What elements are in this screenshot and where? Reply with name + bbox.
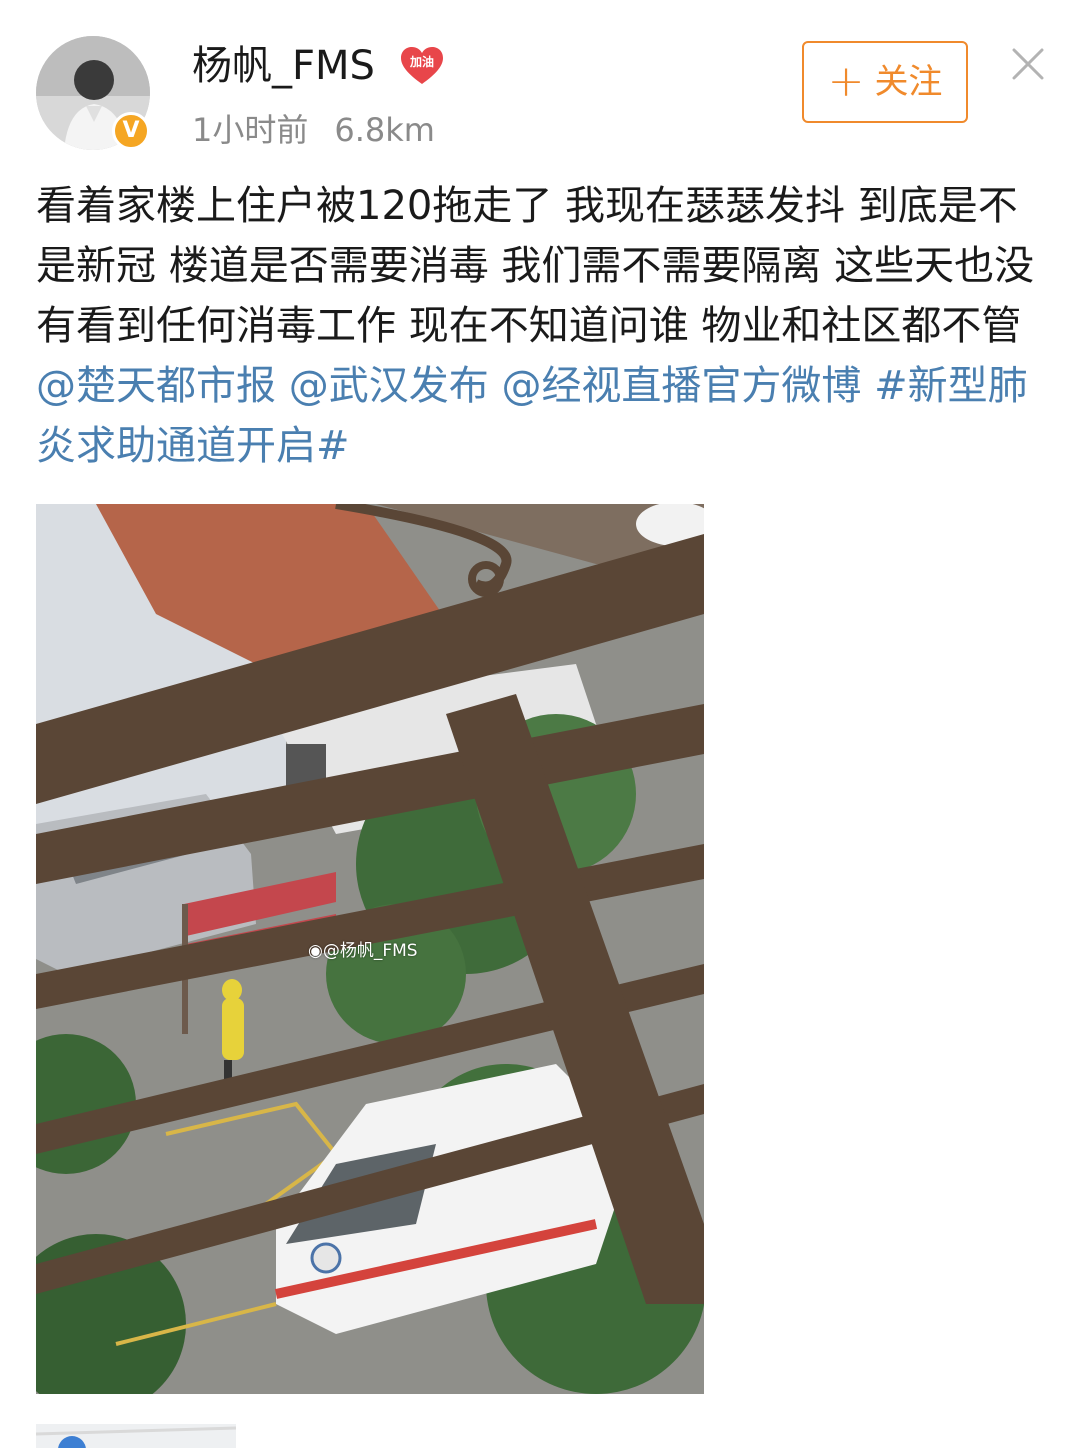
close-icon[interactable] bbox=[1008, 44, 1048, 84]
heart-badge-icon: 加油 bbox=[400, 46, 444, 86]
mention-link[interactable]: @楚天都市报 bbox=[36, 363, 276, 409]
close-glyph bbox=[1012, 48, 1044, 80]
badge-label: 加油 bbox=[409, 55, 434, 69]
post-meta: 1小时前 6.8km bbox=[192, 108, 435, 152]
post-content: 看着家楼上住户被120拖走了 我现在瑟瑟发抖 到底是不是新冠 楼道是否需要消毒 … bbox=[36, 176, 1046, 476]
photo-watermark: ◉@杨帆_FMS bbox=[308, 936, 418, 961]
post-time: 1小时前 bbox=[192, 111, 309, 149]
follow-button[interactable]: + 关注 bbox=[802, 41, 968, 123]
mention-link[interactable]: @武汉发布 bbox=[289, 363, 489, 409]
plus-icon: + bbox=[827, 56, 865, 107]
post-text: 看着家楼上住户被120拖走了 我现在瑟瑟发抖 到底是不是新冠 楼道是否需要消毒 … bbox=[36, 183, 1035, 349]
verified-badge-icon: V bbox=[112, 112, 150, 150]
post-photo[interactable]: ◉@杨帆_FMS bbox=[36, 504, 704, 1394]
post-distance: 6.8km bbox=[334, 111, 435, 149]
location-card[interactable] bbox=[36, 1424, 236, 1448]
location-pin-icon bbox=[36, 1424, 236, 1448]
weibo-logo-icon: ◉ bbox=[308, 941, 323, 961]
username[interactable]: 杨帆_FMS bbox=[192, 40, 375, 92]
watermark-text: @杨帆_FMS bbox=[322, 941, 418, 961]
follow-label: 关注 bbox=[874, 62, 943, 102]
mention-link[interactable]: @经视直播官方微博 bbox=[501, 363, 861, 409]
verified-mark: V bbox=[122, 118, 140, 143]
